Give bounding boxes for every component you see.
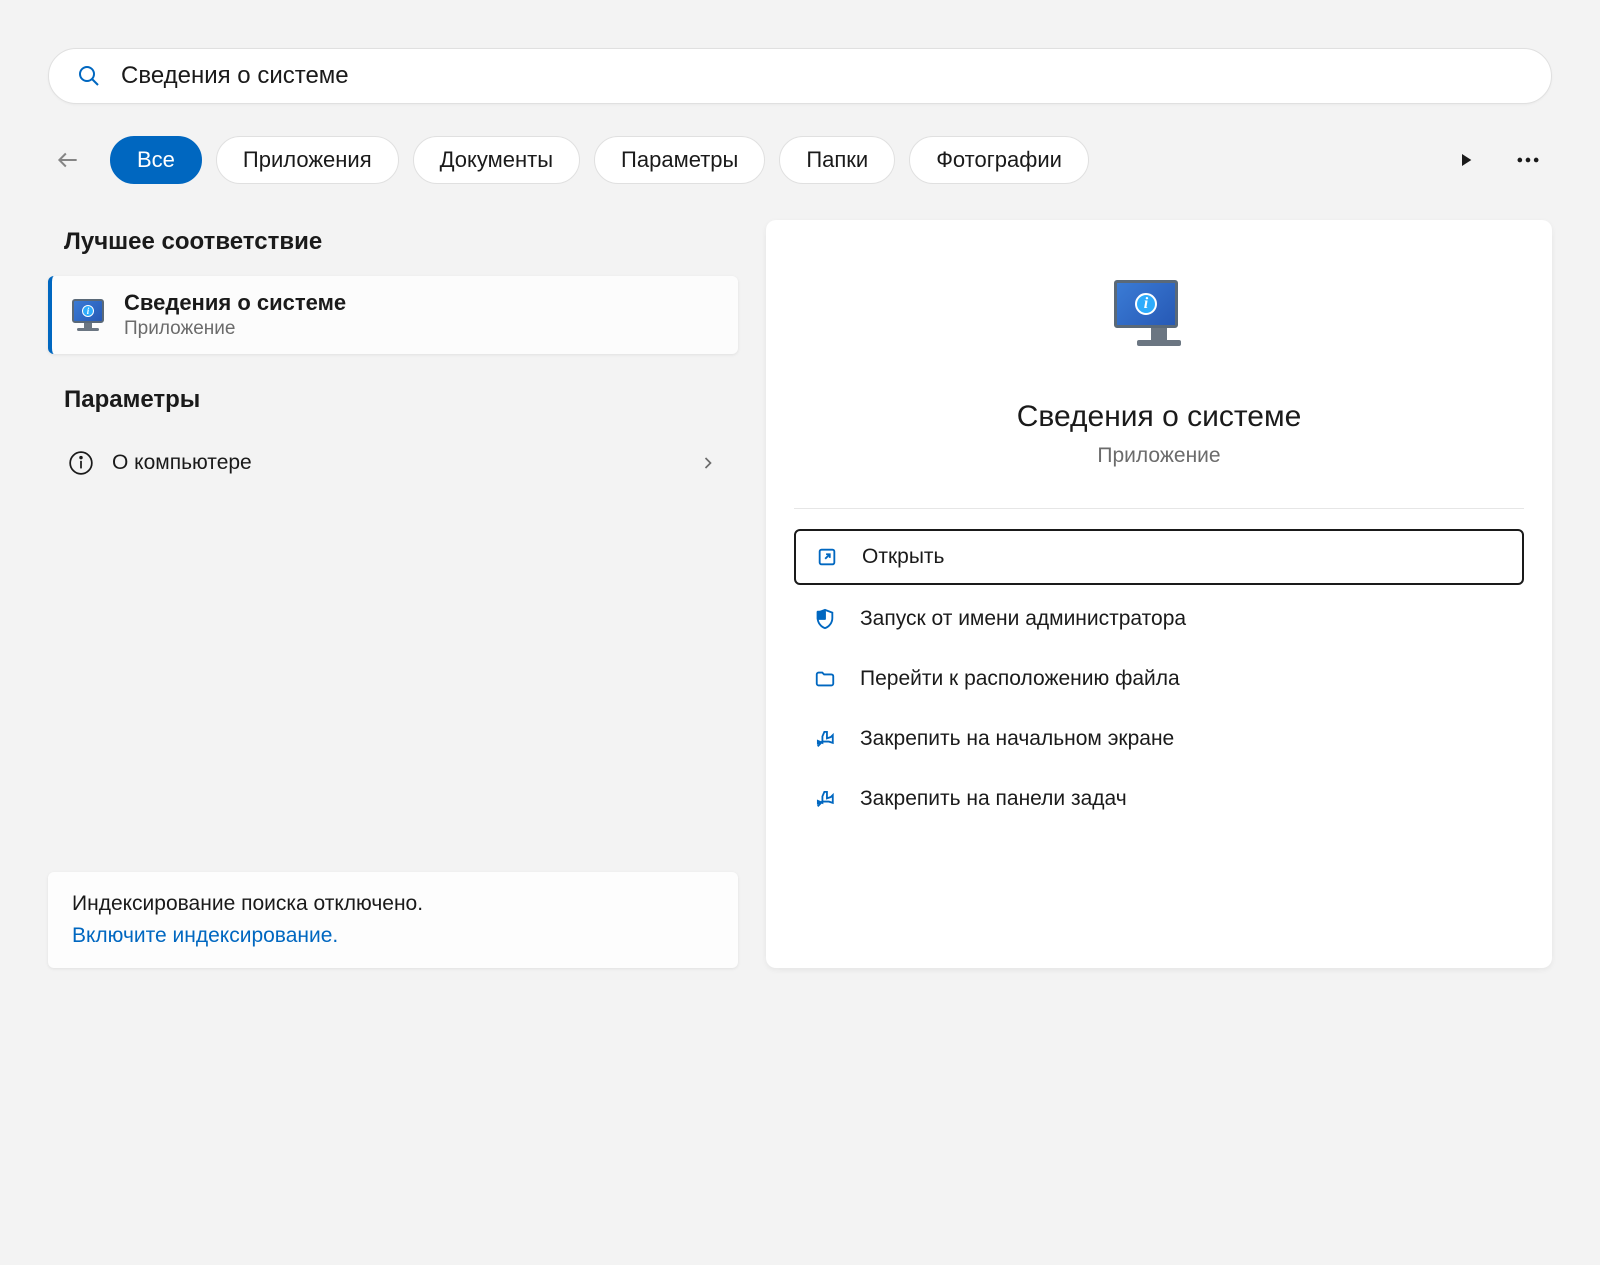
open-icon <box>816 546 838 568</box>
chevron-right-icon <box>698 453 718 473</box>
settings-item-about[interactable]: О компьютере <box>48 434 738 492</box>
back-button[interactable] <box>48 140 88 180</box>
action-open[interactable]: Открыть <box>794 529 1524 585</box>
indexing-notice: Индексирование поиска отключено. Включит… <box>48 872 738 968</box>
result-system-information[interactable]: i Сведения о системе Приложение <box>48 276 738 354</box>
ellipsis-icon <box>1514 146 1542 174</box>
action-list: Открыть Запуск от имени администратора П… <box>794 529 1524 825</box>
tab-folders[interactable]: Папки <box>779 136 895 184</box>
more-button[interactable] <box>1504 136 1552 184</box>
best-match-heading: Лучшее соответствие <box>48 220 738 276</box>
tab-photos[interactable]: Фотографии <box>909 136 1089 184</box>
result-title: Сведения о системе <box>124 290 346 316</box>
play-icon <box>1458 152 1474 168</box>
action-label: Закрепить на панели задач <box>860 787 1127 811</box>
shield-admin-icon <box>814 608 836 630</box>
info-icon <box>68 450 94 476</box>
result-subtitle: Приложение <box>124 318 346 340</box>
action-label: Запуск от имени администратора <box>860 607 1186 631</box>
detail-title: Сведения о системе <box>1017 400 1302 434</box>
system-information-icon: i <box>66 293 110 337</box>
scroll-forward-button[interactable] <box>1442 136 1490 184</box>
action-open-location[interactable]: Перейти к расположению файла <box>794 653 1524 705</box>
tab-all[interactable]: Все <box>110 136 202 184</box>
folder-icon <box>814 668 836 690</box>
pin-icon <box>814 788 836 810</box>
arrow-left-icon <box>55 147 81 173</box>
action-run-admin[interactable]: Запуск от имени администратора <box>794 593 1524 645</box>
filter-tabs-row: Все Приложения Документы Параметры Папки… <box>48 136 1552 184</box>
detail-pane: i Сведения о системе Приложение Открыть … <box>766 220 1552 968</box>
detail-subtitle: Приложение <box>1097 444 1220 468</box>
detail-app-icon: i <box>1114 280 1204 370</box>
action-label: Закрепить на начальном экране <box>860 727 1174 751</box>
tab-apps[interactable]: Приложения <box>216 136 399 184</box>
results-pane: Лучшее соответствие i Сведения о системе… <box>48 220 738 968</box>
tab-settings[interactable]: Параметры <box>594 136 765 184</box>
action-label: Открыть <box>862 545 944 569</box>
search-input[interactable] <box>121 62 1523 90</box>
pin-icon <box>814 728 836 750</box>
action-label: Перейти к расположению файла <box>860 667 1180 691</box>
action-pin-start[interactable]: Закрепить на начальном экране <box>794 713 1524 765</box>
search-bar[interactable] <box>48 48 1552 104</box>
indexing-message: Индексирование поиска отключено. <box>72 892 714 916</box>
enable-indexing-link[interactable]: Включите индексирование. <box>72 924 714 948</box>
settings-item-label: О компьютере <box>112 451 698 475</box>
action-pin-taskbar[interactable]: Закрепить на панели задач <box>794 773 1524 825</box>
divider <box>794 508 1524 509</box>
settings-heading: Параметры <box>48 378 738 434</box>
search-icon <box>77 64 101 88</box>
tab-documents[interactable]: Документы <box>413 136 580 184</box>
